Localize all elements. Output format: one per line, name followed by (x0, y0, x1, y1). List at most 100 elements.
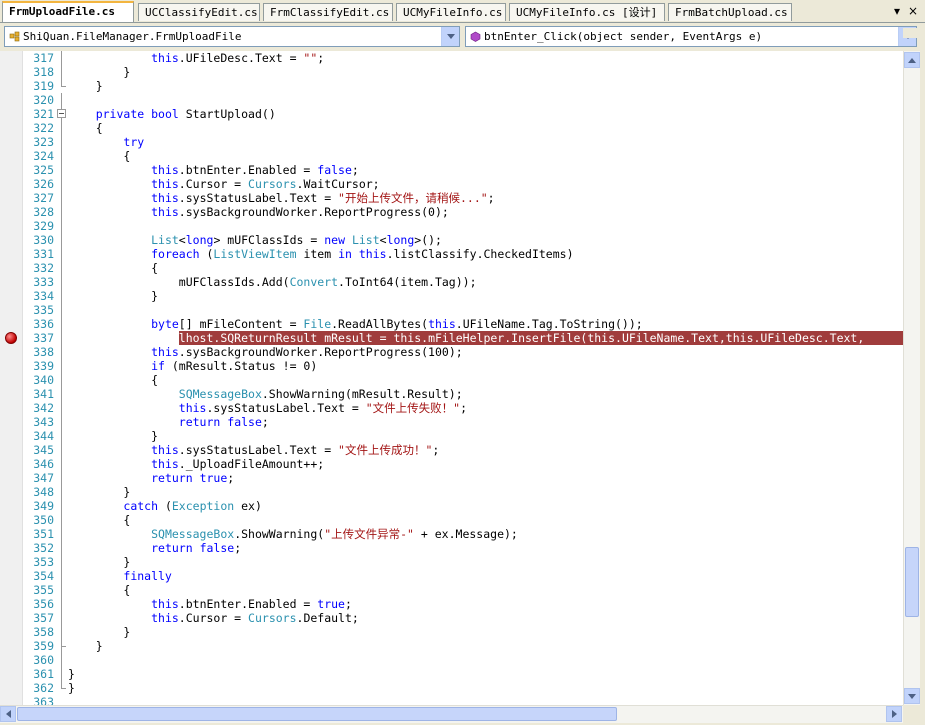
breakpoint-icon[interactable] (5, 332, 17, 344)
code-line[interactable]: } (68, 625, 130, 639)
code-line[interactable]: foreach (ListViewItem item in this.listC… (68, 247, 573, 261)
code-line[interactable]: localhost.SQReturnResult mResult = this.… (68, 331, 864, 345)
chevron-down-icon[interactable] (441, 27, 459, 46)
horizontal-scrollbar[interactable] (0, 705, 903, 723)
line-number: 353 (33, 555, 54, 569)
line-number: 348 (33, 485, 54, 499)
code-line[interactable]: this.sysStatusLabel.Text = "开始上传文件，请稍候..… (68, 191, 495, 205)
line-number: 328 (33, 205, 54, 219)
line-number: 330 (33, 233, 54, 247)
line-number: 354 (33, 569, 54, 583)
tab-ucmyfileinfo-cs[interactable]: UCMyFileInfo.cs (396, 3, 506, 21)
code-line[interactable]: { (68, 261, 158, 275)
scroll-right-button[interactable] (886, 706, 902, 722)
line-number: 347 (33, 471, 54, 485)
line-number: 352 (33, 541, 54, 555)
line-number: 342 (33, 401, 54, 415)
code-line[interactable]: return true; (68, 471, 234, 485)
code-line[interactable]: this.sysStatusLabel.Text = "文件上传失败！"; (68, 401, 467, 415)
line-number: 321 (33, 107, 54, 121)
line-number: 322 (33, 121, 54, 135)
code-line[interactable]: this.btnEnter.Enabled = true; (68, 597, 352, 611)
outline-guide-end (61, 86, 66, 87)
code-line[interactable]: } (68, 485, 130, 499)
code-line[interactable]: private bool StartUpload() (68, 107, 276, 121)
code-line[interactable]: { (68, 373, 158, 387)
code-line[interactable]: } (68, 429, 158, 443)
code-line[interactable]: mUFClassIds.Add(Convert.ToInt64(item.Tag… (68, 275, 477, 289)
split-handle[interactable] (903, 28, 920, 38)
code-editor[interactable]: 317 this.UFileDesc.Text = ""; 318 } 319 } 3… (0, 51, 903, 705)
close-icon[interactable]: × (906, 3, 920, 19)
collapse-region-icon[interactable] (57, 109, 66, 118)
line-number: 340 (33, 373, 54, 387)
code-line[interactable]: } (68, 555, 130, 569)
line-number: 355 (33, 583, 54, 597)
line-number: 336 (33, 317, 54, 331)
code-line[interactable]: } (68, 289, 158, 303)
line-number: 339 (33, 359, 54, 373)
code-line[interactable]: return false; (68, 541, 241, 555)
tab-ucmyfileinfo-cs[interactable]: UCMyFileInfo.cs [设计] (509, 3, 665, 21)
line-number: 363 (33, 695, 54, 705)
code-line[interactable]: } (68, 681, 75, 695)
code-line[interactable]: this._UploadFileAmount++; (68, 457, 324, 471)
line-number: 318 (33, 65, 54, 79)
code-line[interactable]: { (68, 149, 130, 163)
line-number: 359 (33, 639, 54, 653)
member-dropdown[interactable]: btnEnter_Click(object sender, EventArgs … (465, 26, 917, 47)
class-dropdown[interactable]: ShiQuan.FileManager.FrmUploadFile (4, 26, 460, 47)
code-line[interactable]: if (mResult.Status != 0) (68, 359, 317, 373)
code-line[interactable]: { (68, 121, 103, 135)
code-line[interactable]: { (68, 513, 130, 527)
tab-frmuploadfile-cs[interactable]: FrmUploadFile.cs (2, 1, 134, 22)
code-line[interactable]: SQMessageBox.ShowWarning(mResult.Result)… (68, 387, 463, 401)
line-number: 329 (33, 219, 54, 233)
horizontal-scroll-thumb[interactable] (17, 707, 617, 721)
code-line[interactable]: this.sysStatusLabel.Text = "文件上传成功！"; (68, 443, 439, 457)
code-line[interactable]: finally (68, 569, 171, 583)
line-number: 327 (33, 191, 54, 205)
code-line[interactable]: catch (Exception ex) (68, 499, 262, 513)
vertical-scrollbar[interactable] (903, 51, 921, 705)
code-line[interactable]: try (68, 135, 144, 149)
scrollbar-corner (903, 705, 925, 725)
window-edge (920, 51, 925, 705)
line-number: 320 (33, 93, 54, 107)
code-line[interactable]: return false; (68, 415, 269, 429)
line-number: 337 (33, 331, 54, 345)
code-line[interactable]: this.Cursor = Cursors.Default; (68, 611, 359, 625)
code-line[interactable]: } (68, 79, 103, 93)
code-line[interactable]: } (68, 65, 130, 79)
line-number: 338 (33, 345, 54, 359)
tab-frmbatchupload-cs[interactable]: FrmBatchUpload.cs (668, 3, 792, 21)
outline-guide (61, 646, 62, 688)
code-line[interactable]: this.UFileDesc.Text = ""; (68, 51, 324, 65)
scroll-down-button[interactable] (904, 688, 920, 704)
chevron-down-icon[interactable]: ▾ (890, 3, 904, 19)
line-number: 317 (33, 51, 54, 65)
line-number: 346 (33, 457, 54, 471)
code-line[interactable]: this.Cursor = Cursors.WaitCursor; (68, 177, 380, 191)
code-line[interactable]: } (68, 639, 103, 653)
line-number: 319 (33, 79, 54, 93)
code-line[interactable]: this.sysBackgroundWorker.ReportProgress(… (68, 205, 449, 219)
line-number: 345 (33, 443, 54, 457)
outline-guide (61, 118, 62, 646)
code-line[interactable]: } (68, 667, 75, 681)
code-line[interactable]: { (68, 583, 130, 597)
scroll-up-button[interactable] (904, 52, 920, 68)
scroll-left-button[interactable] (0, 706, 16, 722)
indicator-margin[interactable] (0, 51, 23, 705)
document-tab-strip: FrmUploadFile.cs UCClassifyEdit.cs FrmClas… (0, 0, 925, 23)
vertical-scroll-thumb[interactable] (905, 547, 919, 617)
code-line[interactable]: byte[] mFileContent = File.ReadAllBytes(… (68, 317, 643, 331)
line-number: 350 (33, 513, 54, 527)
code-line[interactable]: this.btnEnter.Enabled = false; (68, 163, 359, 177)
code-line[interactable]: this.sysBackgroundWorker.ReportProgress(… (68, 345, 463, 359)
tab-frmclassifyedit-cs[interactable]: FrmClassifyEdit.cs (263, 3, 393, 21)
tab-ucclassifyedit-cs[interactable]: UCClassifyEdit.cs (138, 3, 260, 21)
code-line[interactable]: SQMessageBox.ShowWarning("上传文件异常-" + ex.… (68, 527, 518, 541)
code-line[interactable]: List<long> mUFClassIds = new List<long>(… (68, 233, 442, 247)
line-number: 331 (33, 247, 54, 261)
